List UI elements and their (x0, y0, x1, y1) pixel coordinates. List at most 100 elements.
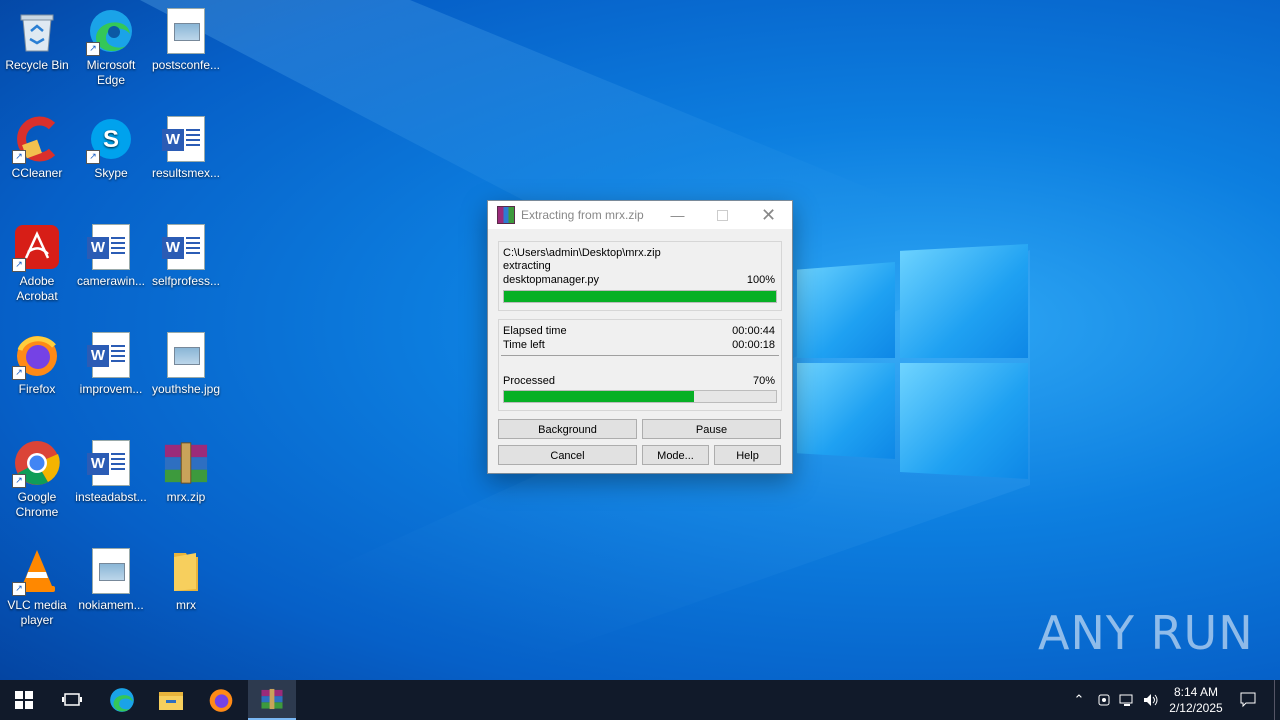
volume-icon (1144, 694, 1158, 706)
file-progress-fill (504, 291, 776, 302)
desktop-icon-google-chrome[interactable]: ↗ Google Chrome (0, 434, 74, 520)
anyrun-watermark: ANY RUN (1038, 606, 1254, 660)
desktop-icon-skype[interactable]: S ↗ Skype (74, 110, 148, 181)
desktop-icon-firefox[interactable]: ↗ Firefox (0, 326, 74, 397)
desktop-icon-label: postsconfe... (151, 58, 221, 72)
file-explorer-icon (159, 692, 183, 710)
edge-icon: ↗ (86, 8, 134, 56)
winrar-icon (497, 206, 515, 224)
word-document-icon: W (87, 332, 134, 378)
desktop-icon-label: Firefox (18, 382, 56, 396)
desktop-icon-label: mrx.zip (166, 490, 206, 504)
desktop-icon-improvem-doc[interactable]: W improvem... (74, 326, 148, 397)
desktop-icon-mrx-folder[interactable]: mrx (149, 542, 223, 613)
file-percent: 100% (746, 274, 775, 286)
mode-button[interactable]: Mode... (642, 445, 709, 465)
current-file-row: desktopmanager.py 100% (503, 274, 775, 286)
archive-path: C:\Users\admin\Desktop\mrx.zip (503, 247, 661, 259)
network-icon (1119, 694, 1133, 706)
desktop-icon-label: Microsoft Edge (86, 58, 136, 87)
minimize-button[interactable]: — (655, 201, 700, 229)
desktop-icon-selfprofess-doc[interactable]: W selfprofess... (149, 218, 223, 289)
word-document-icon: W (162, 224, 209, 270)
task-view-button[interactable] (48, 680, 96, 720)
pause-button[interactable]: Pause (642, 419, 781, 439)
desktop-icon-label: Adobe Acrobat (16, 274, 58, 303)
word-document-icon: W (87, 440, 134, 486)
file-progress-panel: C:\Users\admin\Desktop\mrx.zip extractin… (498, 241, 782, 311)
time-left-value: 00:00:18 (732, 339, 775, 351)
chevron-up-icon: ⌃ (1073, 692, 1085, 707)
image-file-icon (88, 548, 134, 594)
desktop-icon-label: Recycle Bin (5, 58, 69, 72)
clock-date: 2/12/2025 (1169, 701, 1223, 715)
windows-logo-pane (900, 244, 1028, 358)
show-hidden-icons-button[interactable]: ⌃ (1068, 680, 1090, 720)
svg-text:S: S (103, 126, 119, 153)
windows-start-icon (15, 691, 33, 709)
minimize-icon: — (670, 207, 685, 223)
start-button[interactable] (0, 680, 48, 720)
action-row: extracting (503, 260, 775, 272)
clock[interactable]: 8:14 AM 2/12/2025 (1164, 680, 1228, 720)
desktop-icon-insteadabst-doc[interactable]: W insteadabst... (74, 434, 148, 505)
desktop-icon-postsconfe-image[interactable]: postsconfe... (149, 2, 223, 73)
taskbar-file-explorer[interactable] (147, 680, 195, 720)
desktop-icon-adobe-acrobat[interactable]: ↗ Adobe Acrobat (0, 218, 74, 304)
close-icon: ✕ (760, 204, 777, 225)
current-file-name: desktopmanager.py (503, 274, 600, 286)
show-desktop-button[interactable] (1274, 680, 1280, 720)
desktop-icon-label: insteadabst... (75, 490, 147, 504)
desktop-icon-label: resultsmex... (151, 166, 220, 180)
image-file-icon (163, 332, 209, 378)
processed-progress-fill (504, 391, 695, 402)
desktop-icon-microsoft-edge[interactable]: ↗ Microsoft Edge (74, 2, 148, 88)
folder-icon (163, 548, 209, 594)
network-button[interactable] (1116, 680, 1138, 720)
action-center-button[interactable] (1234, 680, 1262, 720)
time-left-label: Time left (503, 339, 545, 351)
desktop-icon-mrx-zip[interactable]: mrx.zip (149, 434, 223, 505)
desktop-icon-camerawin-doc[interactable]: W camerawin... (74, 218, 148, 289)
cancel-button[interactable]: Cancel (498, 445, 637, 465)
taskbar-edge[interactable] (98, 680, 146, 720)
desktop-icon-label: camerawin... (76, 274, 146, 288)
vlc-icon: ↗ (12, 548, 60, 596)
desktop-icon-ccleaner[interactable]: ↗ CCleaner (0, 110, 74, 181)
help-button[interactable]: Help (714, 445, 781, 465)
desktop-icon-label: selfprofess... (151, 274, 221, 288)
processed-label: Processed (503, 375, 555, 387)
desktop-icon-label: Google Chrome (15, 490, 59, 519)
word-document-icon: W (162, 116, 209, 162)
taskbar-winrar[interactable] (248, 680, 296, 720)
winrar-archive-icon (163, 440, 209, 486)
volume-button[interactable] (1140, 680, 1162, 720)
elapsed-value: 00:00:44 (732, 325, 775, 337)
tray-device-icon[interactable] (1093, 680, 1115, 720)
task-view-icon (62, 693, 82, 706)
ccleaner-icon: ↗ (12, 116, 60, 164)
dialog-title: Extracting from mrx.zip (521, 208, 644, 222)
chrome-icon: ↗ (12, 440, 60, 488)
close-button[interactable]: ✕ (746, 201, 791, 229)
desktop-icon-nokiamem-image[interactable]: nokiamem... (74, 542, 148, 613)
maximize-icon (717, 209, 728, 221)
recycle-bin-icon (14, 8, 60, 54)
dialog-titlebar[interactable]: Extracting from mrx.zip — ✕ (488, 201, 792, 229)
taskbar-firefox[interactable] (197, 680, 245, 720)
background-button[interactable]: Background (498, 419, 637, 439)
archive-path-row: C:\Users\admin\Desktop\mrx.zip (503, 247, 775, 259)
desktop-icon-youthshe-image[interactable]: youthshe.jpg (149, 326, 223, 397)
extraction-dialog: Extracting from mrx.zip — ✕ C:\Users\adm… (487, 200, 793, 474)
desktop-icon-label: Skype (94, 166, 128, 180)
desktop-icon-resultsmex-doc[interactable]: W resultsmex... (149, 110, 223, 181)
processed-percent: 70% (752, 375, 775, 387)
elapsed-row: Elapsed time 00:00:44 (503, 325, 775, 337)
windows-logo-pane (797, 262, 895, 358)
desktop-icon-vlc[interactable]: ↗ VLC media player (0, 542, 74, 628)
skype-icon: S ↗ (86, 116, 134, 164)
desktop-icon-recycle-bin[interactable]: Recycle Bin (0, 2, 74, 73)
time-left-row: Time left 00:00:18 (503, 339, 775, 351)
desktop-icon-label: nokiamem... (78, 598, 144, 612)
windows-logo-pane (797, 363, 895, 459)
